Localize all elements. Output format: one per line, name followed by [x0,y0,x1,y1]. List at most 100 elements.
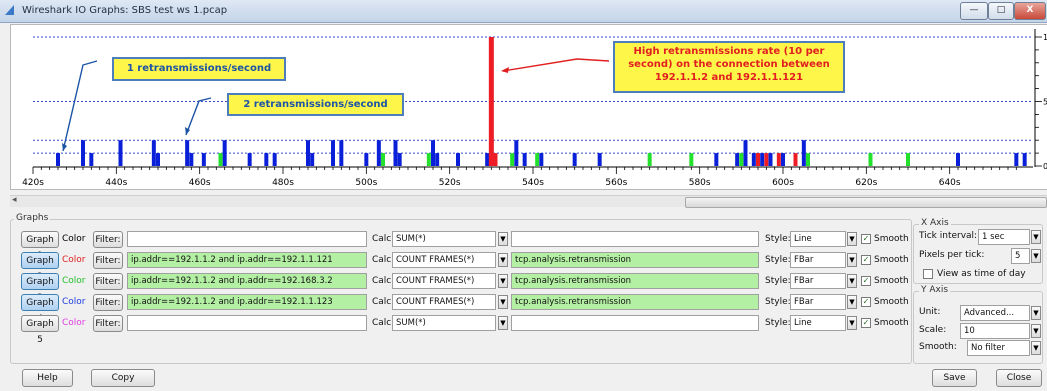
close-window-button[interactable]: X [1014,2,1046,20]
graph-bar [768,153,773,166]
style-dropdown-icon[interactable]: ▼ [847,295,857,309]
graph-bar [376,140,381,166]
pixels-per-tick-dropdown-icon[interactable]: ▼ [1031,249,1041,263]
smooth-checkbox[interactable]: ✓ [861,318,871,328]
smooth-label: Smooth: [919,342,957,352]
graph-toggle-button[interactable]: Graph 4 [21,294,59,324]
io-graph-canvas[interactable]: 420s 440s 460s 480s 500s 520s 540s 560s 580s 600s… [10,24,1047,190]
filter-button[interactable]: Filter: [93,252,123,269]
graph-color-label[interactable]: Color [62,252,86,268]
graph-color-label[interactable]: Color [62,294,86,310]
filter-button[interactable]: Filter: [93,315,123,332]
time-of-day-checkbox[interactable] [923,269,933,279]
pixels-per-tick-select[interactable]: 5 [1011,248,1030,264]
style-label: Style: [765,297,791,307]
smooth-select[interactable]: No filter [967,340,1030,356]
calc-select[interactable]: SUM(*) [392,315,496,331]
calc-dropdown-icon[interactable]: ▼ [498,274,508,288]
graph-bar [310,153,315,166]
graph-color-label[interactable]: Color [62,231,86,247]
calc-select[interactable]: COUNT FRAMES(*) [392,273,496,289]
graph-horizontal-scrollbar[interactable]: ◂ [10,195,1047,208]
calc-field-input[interactable] [511,231,759,247]
graph-bar [647,153,652,166]
filter-button[interactable]: Filter: [93,294,123,311]
tick-interval-select[interactable]: 1 sec [978,229,1030,245]
graph-bar [1022,153,1027,166]
graph-bar [331,140,335,166]
graph-bar [426,153,431,166]
y-tick-label: 0 [1043,162,1047,171]
graph-bar [906,153,910,166]
calc-select[interactable]: SUM(*) [392,231,496,247]
style-select[interactable]: Line [790,231,846,247]
style-dropdown-icon[interactable]: ▼ [847,253,857,267]
x-tick-label: 580s [689,178,711,188]
calc-field-input[interactable]: tcp.analysis.retransmission [511,294,759,310]
display-filter-input[interactable]: ip.addr==192.1.1.2 and ip.addr==192.168.… [127,273,367,289]
maximize-button[interactable]: □ [988,2,1014,20]
calc-field-input[interactable]: tcp.analysis.retransmission [511,252,759,268]
calc-select[interactable]: COUNT FRAMES(*) [392,252,496,268]
graph-toggle-button[interactable]: Graph 3 [21,273,59,303]
filter-button[interactable]: Filter: [93,273,123,290]
style-select[interactable]: FBar [790,294,846,310]
calc-dropdown-icon[interactable]: ▼ [498,316,508,330]
style-select[interactable]: FBar [790,273,846,289]
graph-color-label[interactable]: Color [62,315,86,331]
unit-dropdown-icon[interactable]: ▼ [1031,306,1041,320]
smooth-dropdown-icon[interactable]: ▼ [1031,341,1041,355]
scroll-left-arrow-icon[interactable]: ◂ [12,195,17,205]
smooth-checkbox[interactable]: ✓ [861,276,871,286]
calc-dropdown-icon[interactable]: ▼ [498,295,508,309]
calc-label: Calc: [372,234,395,244]
smooth-checkbox[interactable]: ✓ [861,234,871,244]
calc-field-input[interactable]: tcp.analysis.retransmission [511,273,759,289]
graph-bar [151,140,156,166]
graph-bar [514,140,519,166]
x-tick-label: 420s [22,178,44,188]
graph-color-label[interactable]: Color [62,273,86,289]
style-dropdown-icon[interactable]: ▼ [847,232,857,246]
calc-select[interactable]: COUNT FRAMES(*) [392,294,496,310]
tick-interval-dropdown-icon[interactable]: ▼ [1031,230,1041,244]
calc-field-input[interactable] [511,315,759,331]
graph-toggle-button[interactable]: Graph 1 [21,231,59,261]
display-filter-input[interactable] [127,315,367,331]
save-button[interactable]: Save [932,369,977,387]
smooth-checkbox[interactable]: ✓ [861,255,871,265]
style-dropdown-icon[interactable]: ▼ [847,316,857,330]
scrollbar-thumb[interactable] [685,197,1047,208]
copy-button[interactable]: Copy [91,369,155,387]
graph-bar [743,140,748,166]
help-button[interactable]: Help [22,369,73,387]
graph-bar [89,153,94,166]
style-select[interactable]: Line [790,315,846,331]
graph-toggle-button[interactable]: Graph 2 [21,252,59,282]
graph-bar [156,153,160,166]
tick-interval-label: Tick interval: [919,231,978,241]
close-button[interactable]: Close [996,369,1042,387]
calc-dropdown-icon[interactable]: ▼ [498,232,508,246]
graph-bar [56,153,60,166]
scale-select[interactable]: 10 [960,323,1030,339]
graph-toggle-button[interactable]: Graph 5 [21,315,59,345]
scale-dropdown-icon[interactable]: ▼ [1031,324,1041,338]
unit-select[interactable]: Advanced... [960,305,1030,321]
graph-bar [806,153,810,166]
style-dropdown-icon[interactable]: ▼ [847,274,857,288]
display-filter-input[interactable]: ip.addr==192.1.1.2 and ip.addr==192.1.1.… [127,294,367,310]
graph-bar [364,153,369,166]
calc-dropdown-icon[interactable]: ▼ [498,253,508,267]
style-select[interactable]: FBar [790,252,846,268]
graph-bar [272,153,277,166]
display-filter-input[interactable]: ip.addr==192.1.1.2 and ip.addr==192.1.1.… [127,252,367,268]
display-filter-input[interactable] [127,231,367,247]
minimize-button[interactable]: — [960,2,988,20]
smooth-checkbox[interactable]: ✓ [861,297,871,307]
graph-bar [572,153,577,166]
smooth-checkbox-label: Smooth [874,297,909,307]
graph-bar [756,153,760,166]
filter-button[interactable]: Filter: [93,231,123,248]
x-tick-label: 560s [605,178,627,188]
